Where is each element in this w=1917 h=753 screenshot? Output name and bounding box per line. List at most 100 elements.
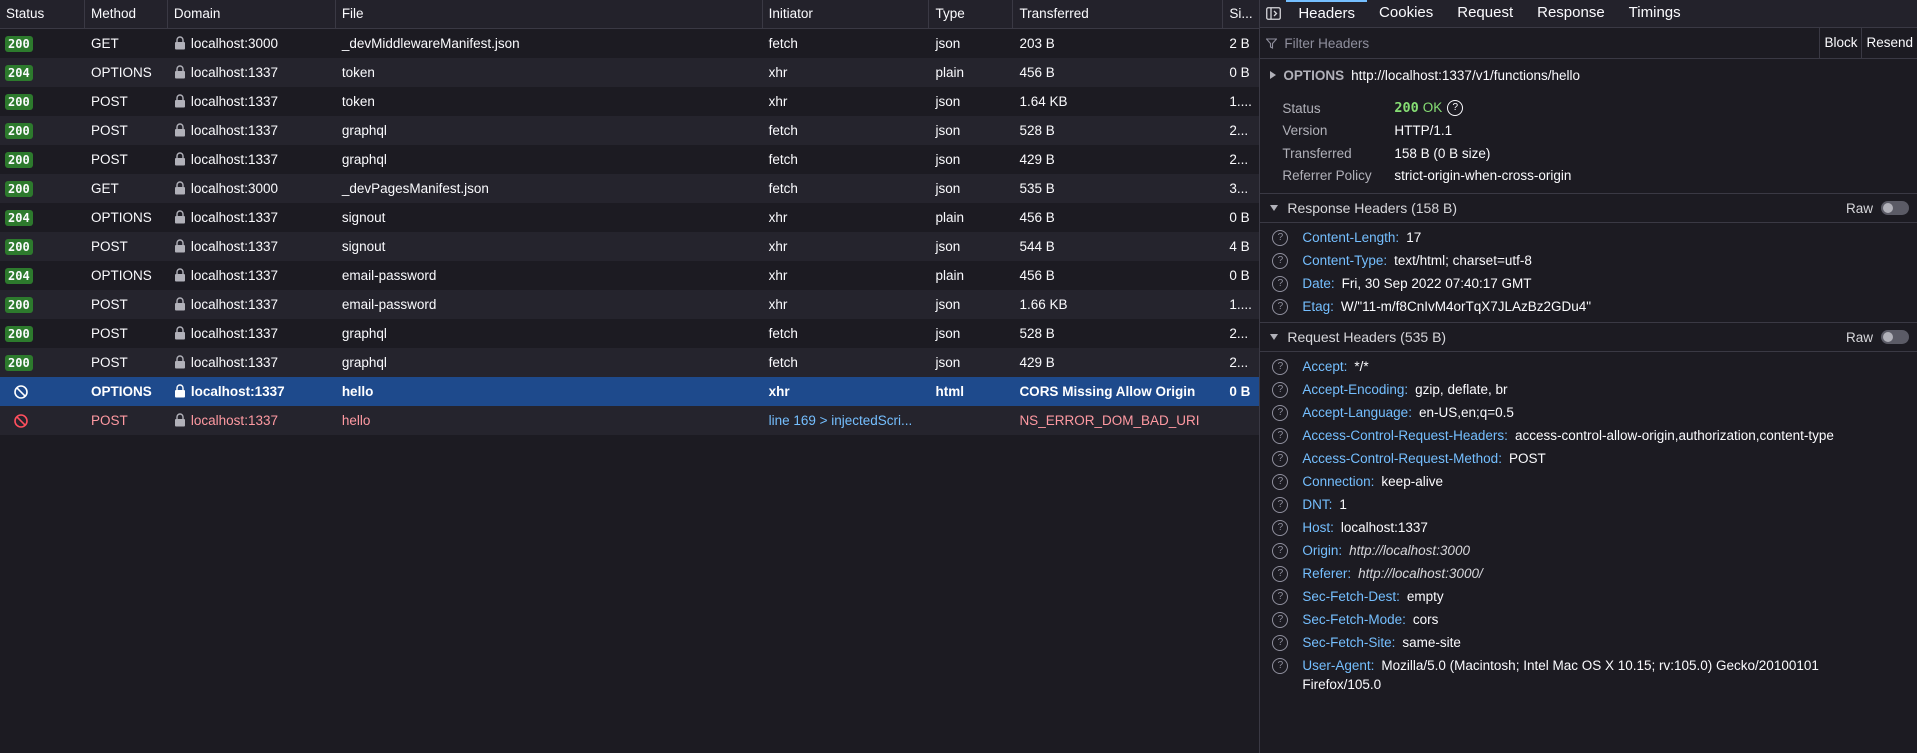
column-header-size[interactable]: Si... [1223, 0, 1259, 28]
header-row[interactable]: ? Accept-Encoding gzip, deflate, br [1260, 378, 1917, 401]
table-row[interactable]: 200 POST localhost:1337 graphql fetch json 528… [0, 319, 1260, 348]
header-row[interactable]: ? Connection keep-alive [1260, 470, 1917, 493]
cell-file: graphql [336, 319, 763, 348]
details-tab-bar: Headers Cookies Request Response Timings [1260, 0, 1917, 28]
tab-request[interactable]: Request [1445, 0, 1525, 27]
header-row[interactable]: ? Date Fri, 30 Sep 2022 07:40:17 GMT [1260, 272, 1917, 295]
table-row[interactable]: 200 POST localhost:1337 token xhr json 1.64 KB… [0, 87, 1260, 116]
help-icon[interactable]: ? [1272, 612, 1289, 628]
table-row[interactable]: 200 POST localhost:1337 email-password xhr js… [0, 290, 1260, 319]
header-name: Accept-Language [1302, 405, 1412, 420]
tab-timings[interactable]: Timings [1617, 0, 1693, 27]
help-icon[interactable]: ? [1272, 451, 1289, 467]
cell-type: json [929, 348, 1013, 377]
header-row[interactable]: ? Accept */* [1260, 355, 1917, 378]
tab-response[interactable]: Response [1525, 0, 1617, 27]
column-header-transferred[interactable]: Transferred [1013, 0, 1224, 28]
header-row[interactable]: ? Origin http://localhost:3000 [1260, 539, 1917, 562]
table-row[interactable]: 200 POST localhost:1337 graphql fetch json 429… [0, 145, 1260, 174]
cell-type-text: json [935, 152, 961, 167]
header-row[interactable]: ? Host localhost:1337 [1260, 516, 1917, 539]
header-row[interactable]: ? Sec-Fetch-Site same-site [1260, 631, 1917, 654]
header-row[interactable]: ? User-AgentMozilla/5.0 (Macintosh; Intel… [1260, 654, 1917, 694]
raw-toggle-request[interactable]: Raw [1846, 323, 1909, 351]
help-icon[interactable]: ? [1272, 497, 1289, 513]
cell-file-text: token [341, 65, 375, 80]
table-row[interactable]: OPTIONS localhost:1337 hello xhr html CORS Mi… [0, 377, 1260, 406]
table-row[interactable]: 200 GET localhost:3000 _devMiddlewareManife… [0, 29, 1260, 58]
status-badge: 204 [5, 65, 33, 82]
table-row[interactable]: 204 OPTIONS localhost:1337 token xhr plain 456… [0, 58, 1260, 87]
toggle-sidebar-button[interactable] [1260, 0, 1286, 27]
table-row[interactable]: 200 POST localhost:1337 graphql fetch json 528… [0, 116, 1260, 145]
table-row[interactable]: 200 GET localhost:3000 _devPagesManifest.js… [0, 174, 1260, 203]
cell-method: POST [85, 232, 168, 261]
tab-cookies[interactable]: Cookies [1367, 0, 1445, 27]
request-headers-section[interactable]: Request Headers (535 B) Raw [1260, 322, 1917, 352]
help-icon[interactable]: ? [1272, 428, 1289, 444]
header-value: http://localhost:3000 [1349, 543, 1470, 558]
raw-switch[interactable] [1881, 201, 1909, 215]
help-icon[interactable]: ? [1272, 474, 1289, 490]
resend-button[interactable]: Resend [1861, 28, 1917, 58]
header-row[interactable]: ? Sec-Fetch-Dest empty [1260, 585, 1917, 608]
help-icon[interactable]: ? [1272, 543, 1289, 559]
help-icon[interactable]: ? [1272, 635, 1289, 651]
lock-icon [174, 239, 185, 253]
header-row[interactable]: ? Content-Type text/html; charset=utf-8 [1260, 249, 1917, 272]
cell-type-text: json [935, 123, 961, 138]
help-icon[interactable]: ? [1272, 566, 1289, 582]
header-row[interactable]: ? DNT 1 [1260, 493, 1917, 516]
cell-method: GET [85, 29, 168, 58]
status-badge: 200 [5, 355, 33, 372]
column-header-method[interactable]: Method [85, 0, 168, 28]
block-button[interactable]: Block [1819, 28, 1861, 58]
cell-domain: localhost:1337 [168, 348, 336, 377]
help-icon[interactable]: ? [1272, 253, 1289, 269]
header-row[interactable]: ? Etag W/"11-m/f8CnIvM4orTqX7JLAzBz2GDu4" [1260, 295, 1917, 318]
cell-file: hello [336, 406, 763, 435]
header-row[interactable]: ? Referer http://localhost:3000/ [1260, 562, 1917, 585]
request-summary-line[interactable]: OPTIONS http://localhost:1337/v1/functio… [1260, 59, 1917, 91]
help-icon[interactable]: ? [1272, 359, 1289, 375]
column-header-domain[interactable]: Domain [168, 0, 336, 28]
table-row[interactable]: 200 POST localhost:1337 signout xhr json 544 B… [0, 232, 1260, 261]
table-row[interactable]: 200 POST localhost:1337 graphql fetch json 429… [0, 348, 1260, 377]
cell-transferred-text: 1.66 KB [1019, 297, 1068, 312]
raw-toggle-response[interactable]: Raw [1846, 194, 1909, 222]
cell-file: email-password [336, 290, 763, 319]
raw-switch[interactable] [1881, 330, 1909, 344]
help-icon[interactable]: ? [1272, 382, 1289, 398]
cell-type: json [929, 232, 1013, 261]
help-icon[interactable]: ? [1272, 520, 1289, 536]
cell-method: OPTIONS [85, 261, 168, 290]
help-icon[interactable]: ? [1447, 100, 1464, 117]
help-icon[interactable]: ? [1272, 276, 1289, 292]
help-icon[interactable]: ? [1272, 230, 1289, 246]
header-row[interactable]: ? Accept-Language en-US,en;q=0.5 [1260, 401, 1917, 424]
cell-type-text: json [935, 355, 961, 370]
filter-headers-input[interactable] [1282, 35, 1820, 51]
tab-headers[interactable]: Headers [1286, 0, 1368, 27]
help-icon[interactable]: ? [1272, 405, 1289, 421]
status-badge: 200 [5, 94, 33, 111]
column-header-type[interactable]: Type [929, 0, 1014, 28]
help-icon[interactable]: ? [1272, 299, 1289, 315]
help-icon[interactable]: ? [1272, 658, 1289, 674]
cell-initiator-text[interactable]: line 169 > injectedScri... [769, 413, 913, 428]
table-row[interactable]: POST localhost:1337 hello line 169 > inject… [0, 406, 1260, 435]
help-icon[interactable]: ? [1272, 589, 1289, 605]
header-row[interactable]: ? Access-Control-Request-Headers access-co… [1260, 424, 1917, 447]
cell-domain: localhost:1337 [168, 87, 336, 116]
header-row[interactable]: ? Content-Length 17 [1260, 226, 1917, 249]
column-header-initiator[interactable]: Initiator [763, 0, 930, 28]
column-header-status[interactable]: Status [0, 0, 85, 28]
cell-file-text: _devMiddlewareManifest.json [341, 36, 520, 51]
response-headers-section[interactable]: Response Headers (158 B) Raw [1260, 194, 1917, 223]
table-row[interactable]: 204 OPTIONS localhost:1337 email-password xh… [0, 261, 1260, 290]
column-header-file[interactable]: File [336, 0, 763, 28]
table-row[interactable]: 204 OPTIONS localhost:1337 signout xhr plain 4… [0, 203, 1260, 232]
header-row[interactable]: ? Sec-Fetch-Mode cors [1260, 608, 1917, 631]
header-row[interactable]: ? Access-Control-Request-Method POST [1260, 447, 1917, 470]
cell-transferred-text: 535 B [1019, 181, 1055, 196]
